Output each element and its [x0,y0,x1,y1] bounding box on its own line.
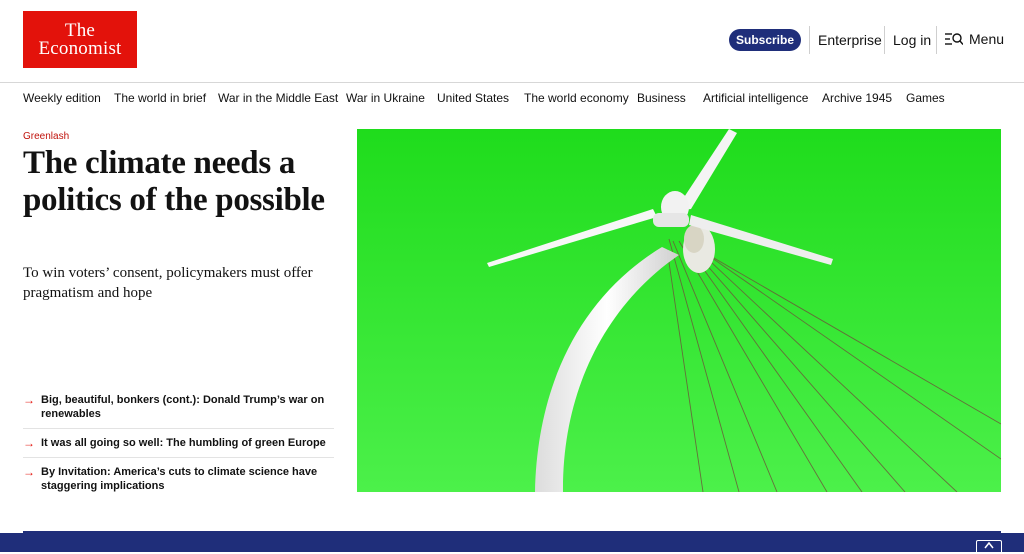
hero-image[interactable] [357,129,1001,492]
login-link[interactable]: Log in [893,32,931,48]
header-divider [936,26,937,54]
subscribe-banner[interactable] [0,533,1024,552]
chevron-up-icon [984,541,994,549]
related-link[interactable]: → By Invitation: America’s cuts to clima… [23,458,334,500]
header-divider [884,26,885,54]
logo-line-2: Economist [38,37,122,59]
site-header: The Economist Subscribe Enterprise Log i… [0,0,1024,83]
right-arrow-icon: → [23,436,35,450]
story-dek: To win voters’ consent, policymakers mus… [23,265,313,301]
nav-item-archive[interactable]: Archive 1945 [822,91,892,105]
related-link-text: By Invitation: America’s cuts to climate… [41,466,318,492]
related-link[interactable]: → Big, beautiful, bonkers (cont.): Donal… [23,386,334,429]
nav-item-world-in-brief[interactable]: The world in brief [114,91,206,105]
nav-item-world-economy[interactable]: The world economy [524,91,629,105]
economist-logo[interactable]: The Economist [23,11,137,68]
nav-item-weekly-edition[interactable]: Weekly edition [23,91,101,105]
nav-item-middle-east[interactable]: War in the Middle East [218,91,338,105]
search-menu-icon [945,33,963,45]
subscribe-button[interactable]: Subscribe [729,29,801,51]
section-nav: Weekly edition The world in brief War in… [0,84,1024,112]
related-links: → Big, beautiful, bonkers (cont.): Donal… [23,386,334,500]
related-link-text: It was all going so well: The humbling o… [41,437,326,449]
right-arrow-icon: → [23,465,35,479]
wind-turbine-illustration [357,129,1001,492]
nav-item-united-states[interactable]: United States [437,91,509,105]
story-headline[interactable]: The climate needs a politics of the poss… [23,145,343,219]
related-link[interactable]: → It was all going so well: The humbling… [23,429,334,458]
menu-button[interactable]: Menu [945,31,1004,47]
right-arrow-icon: → [23,393,35,407]
nav-item-ai[interactable]: Artificial intelligence [703,91,808,105]
related-link-text: Big, beautiful, bonkers (cont.): Donald … [41,394,325,420]
header-divider [809,26,810,54]
enterprise-link[interactable]: Enterprise [818,32,882,48]
nav-item-business[interactable]: Business [637,91,686,105]
logo-line-1: The [64,19,96,41]
nav-item-ukraine[interactable]: War in Ukraine [346,91,425,105]
story-kicker[interactable]: Greenlash [23,131,69,142]
nav-item-games[interactable]: Games [906,91,945,105]
menu-label: Menu [969,31,1005,47]
